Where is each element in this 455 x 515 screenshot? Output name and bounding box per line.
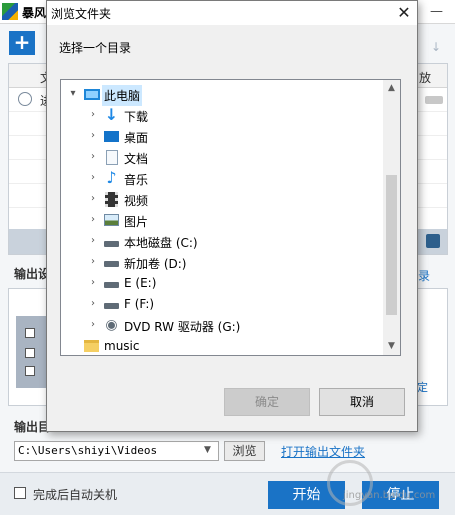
tree-item-desktop[interactable]: › 桌面 bbox=[61, 126, 383, 147]
tree-item-dvd-drive-g[interactable]: › ◉ DVD RW 驱动器 (G:) bbox=[61, 315, 383, 336]
custom-settings-link[interactable]: 定 bbox=[417, 379, 428, 395]
ok-button[interactable]: 确定 bbox=[224, 388, 310, 416]
chevron-right-icon[interactable]: › bbox=[88, 277, 98, 289]
chevron-right-icon[interactable]: › bbox=[88, 109, 98, 121]
output-settings-label: 输出设 bbox=[14, 267, 51, 281]
drive-icon bbox=[103, 254, 120, 270]
chevron-right-icon[interactable]: › bbox=[88, 151, 98, 163]
output-dir-label: 输出目 bbox=[14, 420, 51, 434]
browse-button[interactable]: 浏览 bbox=[224, 441, 265, 461]
chevron-right-icon[interactable]: › bbox=[88, 214, 98, 226]
tree-item-drive-f[interactable]: › F (F:) bbox=[61, 294, 383, 315]
tree-item-this-pc[interactable]: ▾ 此电脑 bbox=[61, 84, 383, 106]
app-logo-icon bbox=[2, 3, 18, 20]
tree-item-label: 图片 bbox=[124, 215, 149, 229]
system-drive-icon bbox=[103, 233, 120, 249]
add-file-button[interactable]: + bbox=[9, 31, 35, 55]
chevron-right-icon[interactable]: › bbox=[88, 319, 98, 331]
baidu-watermark: jingyan.baidu.com bbox=[327, 460, 452, 510]
open-output-folder-link[interactable]: 打开输出文件夹 bbox=[281, 443, 365, 460]
scrollbar-thumb[interactable] bbox=[386, 175, 397, 315]
settings-icon[interactable] bbox=[426, 234, 440, 248]
desktop-folder-icon bbox=[103, 128, 120, 144]
dialog-body: 选择一个目录 ▾ 此电脑 › ↓ 下载 › 桌面 › 文档 › ♪ 音乐 › 视… bbox=[47, 25, 417, 431]
tree-item-label: E (E:) bbox=[124, 276, 157, 290]
tree-item-drive-d[interactable]: › 新加卷 (D:) bbox=[61, 252, 383, 273]
scroll-down-icon[interactable]: ▼ bbox=[383, 338, 400, 355]
app-title: 暴风 bbox=[22, 6, 47, 20]
tree-item-label: 音乐 bbox=[124, 173, 149, 187]
chevron-right-icon[interactable]: › bbox=[88, 235, 98, 247]
tree-item-drive-e[interactable]: › E (E:) bbox=[61, 273, 383, 294]
auto-shutdown-checkbox[interactable] bbox=[14, 487, 26, 499]
tree-item-drive-c[interactable]: › 本地磁盘 (C:) bbox=[61, 231, 383, 252]
tree-item-label: F (F:) bbox=[124, 297, 155, 311]
scroll-up-icon[interactable]: ▲ bbox=[383, 80, 400, 97]
tree-item-label: 此电脑 bbox=[102, 85, 143, 106]
tree-item-label: 本地磁盘 (C:) bbox=[124, 236, 198, 250]
chevron-right-icon[interactable]: › bbox=[88, 172, 98, 184]
chevron-right-icon[interactable]: › bbox=[88, 256, 98, 268]
tree-item-music[interactable]: › ♪ 音乐 bbox=[61, 168, 383, 189]
more-settings-link[interactable]: 录 bbox=[418, 267, 430, 284]
option-checkbox[interactable] bbox=[25, 348, 35, 358]
close-icon[interactable]: ✕ bbox=[391, 2, 417, 24]
option-checkbox[interactable] bbox=[25, 366, 35, 376]
documents-folder-icon bbox=[103, 149, 120, 165]
tree-item-label: 下载 bbox=[124, 110, 149, 124]
dialog-titlebar: 浏览文件夹 ✕ bbox=[47, 1, 417, 25]
tree-item-label: music bbox=[104, 339, 140, 353]
chevron-down-icon[interactable]: ▼ bbox=[204, 445, 211, 455]
drive-icon bbox=[103, 296, 120, 312]
videos-folder-icon bbox=[103, 191, 120, 207]
chevron-right-icon[interactable]: › bbox=[88, 193, 98, 205]
tree-item-label: 视频 bbox=[124, 194, 149, 208]
music-folder-icon: ♪ bbox=[106, 168, 117, 187]
computer-icon bbox=[83, 86, 100, 102]
output-path-field[interactable]: C:\Users\shiyi\Videos bbox=[14, 441, 219, 461]
option-checkbox[interactable] bbox=[25, 328, 35, 338]
tree-item-documents[interactable]: › 文档 bbox=[61, 147, 383, 168]
tree-scrollbar[interactable]: ▲ ▼ bbox=[383, 80, 400, 355]
chevron-right-icon[interactable]: › bbox=[88, 130, 98, 142]
table-header-play: 放 bbox=[419, 71, 432, 85]
tree-item-pictures[interactable]: › 图片 bbox=[61, 210, 383, 231]
tree-item-downloads[interactable]: › ↓ 下载 bbox=[61, 105, 383, 126]
folder-icon bbox=[83, 338, 100, 354]
tree-item-label: DVD RW 驱动器 (G:) bbox=[124, 320, 241, 334]
play-toggle[interactable] bbox=[425, 96, 443, 104]
tree-item-label: 新加卷 (D:) bbox=[124, 257, 187, 271]
clock-icon bbox=[18, 92, 32, 106]
dvd-drive-icon: ◉ bbox=[105, 317, 118, 333]
chevron-down-icon[interactable]: ▾ bbox=[68, 88, 78, 100]
tree-item-label: 桌面 bbox=[124, 131, 149, 145]
watermark-text: jingyan.baidu.com bbox=[343, 490, 436, 501]
pictures-folder-icon bbox=[103, 212, 120, 228]
tree-item-music-folder[interactable]: music bbox=[61, 336, 383, 355]
folder-tree[interactable]: ▾ 此电脑 › ↓ 下载 › 桌面 › 文档 › ♪ 音乐 › 视频 › 图片 … bbox=[60, 79, 401, 356]
chevron-right-icon[interactable]: › bbox=[88, 298, 98, 310]
download-folder-icon: ↓ bbox=[104, 105, 119, 124]
dialog-title: 浏览文件夹 bbox=[51, 7, 112, 21]
cancel-button[interactable]: 取消 bbox=[319, 388, 405, 416]
dialog-prompt: 选择一个目录 bbox=[59, 41, 132, 55]
auto-shutdown-label: 完成后自动关机 bbox=[33, 488, 118, 502]
drive-icon bbox=[103, 275, 120, 291]
tree-item-label: 文档 bbox=[124, 152, 149, 166]
browse-folder-dialog: 浏览文件夹 ✕ 选择一个目录 ▾ 此电脑 › ↓ 下载 › 桌面 › 文档 › … bbox=[46, 0, 418, 432]
minimize-icon[interactable]: — bbox=[430, 4, 443, 19]
tree-item-videos[interactable]: › 视频 bbox=[61, 189, 383, 210]
download-arrow-icon[interactable]: ↓ bbox=[431, 40, 441, 54]
